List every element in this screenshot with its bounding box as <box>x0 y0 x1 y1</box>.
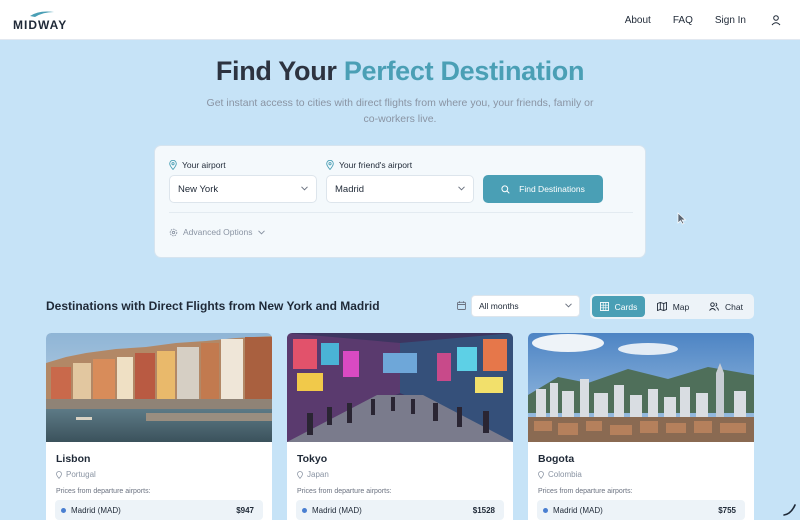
advanced-options-label: Advanced Options <box>183 227 253 237</box>
chevron-down-icon <box>258 229 266 235</box>
destination-photo <box>287 333 513 442</box>
mouse-cursor-icon <box>677 212 687 225</box>
destination-photo <box>528 333 754 442</box>
your-airport-label: Your airport <box>169 160 226 170</box>
view-chat-label: Chat <box>725 301 743 312</box>
hero-title-accent: Perfect Destination <box>343 56 585 86</box>
find-destinations-button[interactable]: Find Destinations <box>483 175 603 203</box>
friend-airport-label-text: Your friend's airport <box>339 160 413 170</box>
your-airport-value: New York <box>178 183 219 195</box>
search-icon <box>501 184 510 194</box>
location-pin-icon <box>297 470 303 479</box>
airport-dot <box>302 507 307 513</box>
price-row: Madrid (MAD) $755 <box>537 500 745 520</box>
destination-city: Bogota <box>538 453 575 465</box>
destination-card[interactable]: Lisbon Portugal Prices from departure ai… <box>46 333 272 520</box>
prices-label: Prices from departure airports: <box>538 488 633 495</box>
month-filter-value: All months <box>479 301 519 311</box>
destination-country-text: Portugal <box>66 470 96 479</box>
map-icon <box>656 302 667 311</box>
airport-dot <box>543 507 548 513</box>
results-title: Destinations with Direct Flights from Ne… <box>46 299 380 313</box>
gear-icon <box>169 228 178 236</box>
flight-price: $1528 <box>472 505 495 515</box>
midway-logo[interactable]: MIDWAY <box>13 10 73 32</box>
location-pin-icon <box>56 470 62 479</box>
chevron-down-icon <box>301 186 308 191</box>
friend-airport-label: Your friend's airport <box>326 160 412 170</box>
destination-city: Tokyo <box>297 453 328 465</box>
price-row: Madrid (MAD) $947 <box>55 500 263 520</box>
destination-country-text: Japan <box>307 470 329 479</box>
prices-label: Prices from departure airports: <box>297 488 392 495</box>
hero-title: Find Your Perfect Destination <box>0 56 800 87</box>
search-card-divider <box>169 212 633 213</box>
price-row: Madrid (MAD) $1528 <box>296 500 504 520</box>
nav-sign-in[interactable]: Sign In <box>715 15 746 26</box>
chevron-down-icon <box>565 303 572 308</box>
hero-subtitle: Get instant access to cities with direct… <box>206 97 594 125</box>
hero-title-plain: Find Your <box>215 56 344 86</box>
flight-price: $947 <box>236 505 254 515</box>
airport-dot <box>61 507 66 513</box>
view-map-button[interactable]: Map <box>649 296 697 317</box>
user-icon[interactable] <box>770 14 782 26</box>
view-toggle: Cards Map Chat <box>590 294 754 319</box>
month-filter-select[interactable]: All months <box>471 295 580 317</box>
departure-airport: Madrid (MAD) <box>312 505 362 515</box>
find-destinations-label: Find Destinations <box>519 184 585 194</box>
plane-icon <box>30 11 54 17</box>
destination-card[interactable]: Tokyo Japan Prices from departure airpor… <box>287 333 513 520</box>
advanced-options-toggle[interactable]: Advanced Options <box>169 227 266 237</box>
search-card: Your airport New York Your friend's airp… <box>154 145 646 258</box>
destination-country: Colombia <box>538 470 582 479</box>
friend-airport-select[interactable]: Madrid <box>326 175 474 203</box>
brand-name: MIDWAY <box>13 18 68 32</box>
prices-label: Prices from departure airports: <box>56 488 151 495</box>
location-pin-icon <box>538 470 544 479</box>
location-pin-icon <box>169 160 177 170</box>
users-icon <box>709 302 719 311</box>
friend-airport-value: Madrid <box>335 183 365 195</box>
main-nav: About FAQ Sign In <box>603 0 782 40</box>
destination-country-text: Colombia <box>548 470 582 479</box>
calendar-icon <box>457 301 466 310</box>
destination-country: Japan <box>297 470 329 479</box>
departure-airport: Madrid (MAD) <box>71 505 121 515</box>
your-airport-label-text: Your airport <box>182 160 226 170</box>
departure-airport: Madrid (MAD) <box>553 505 603 515</box>
view-cards-button[interactable]: Cards <box>592 296 645 317</box>
top-header: MIDWAY About FAQ Sign In <box>0 0 800 40</box>
chevron-down-icon <box>458 186 465 191</box>
loading-spinner-icon <box>783 504 796 516</box>
grid-icon <box>599 302 609 311</box>
location-pin-icon <box>326 160 334 170</box>
destination-card[interactable]: Bogota Colombia Prices from departure ai… <box>528 333 754 520</box>
view-cards-label: Cards <box>614 301 638 312</box>
view-chat-button[interactable]: Chat <box>700 296 752 317</box>
destination-city: Lisbon <box>56 453 91 465</box>
your-airport-select[interactable]: New York <box>169 175 317 203</box>
nav-about[interactable]: About <box>625 15 651 26</box>
destination-country: Portugal <box>56 470 96 479</box>
nav-faq[interactable]: FAQ <box>673 15 693 26</box>
flight-price: $755 <box>718 505 736 515</box>
destination-photo <box>46 333 272 442</box>
view-map-label: Map <box>672 301 690 312</box>
